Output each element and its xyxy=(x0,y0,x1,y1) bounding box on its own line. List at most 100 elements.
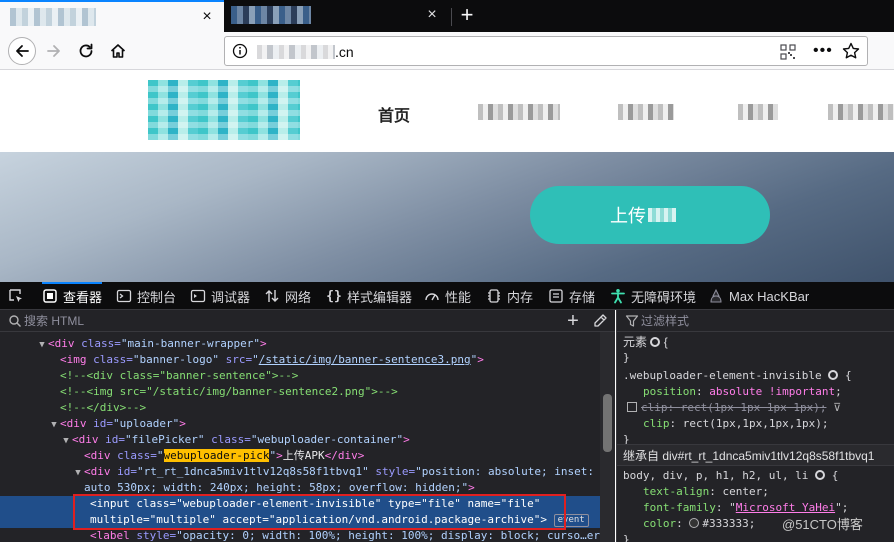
devtools-tab-memory[interactable]: 内存 xyxy=(486,282,533,310)
tab-title-blurred xyxy=(10,8,96,26)
filter-icon[interactable]: ⊽ xyxy=(833,401,841,414)
add-node-button[interactable]: + xyxy=(563,310,583,332)
markup-line-selected[interactable]: multiple="multiple" accept="application/… xyxy=(0,512,600,528)
nav-link-blurred[interactable] xyxy=(828,104,894,120)
nav-home-link[interactable]: 首页 xyxy=(378,102,410,126)
devtools-tab-inspector[interactable]: 查看器 xyxy=(42,282,103,310)
page-actions-menu[interactable]: ••• xyxy=(813,40,832,62)
expand-toggle-icon[interactable]: ▼ xyxy=(48,417,60,433)
markup-line[interactable]: <!--</div>--> xyxy=(0,400,600,416)
styles-filter-input[interactable] xyxy=(641,312,881,330)
devtools-tab-performance[interactable]: 性能 xyxy=(424,282,471,310)
tab-active[interactable]: × xyxy=(0,0,224,32)
devtools-tab-storage[interactable]: 存储 xyxy=(548,282,595,310)
declaration-checkbox[interactable] xyxy=(627,402,637,412)
scrollbar-thumb[interactable] xyxy=(603,394,612,452)
devtools-tab-console[interactable]: 控制台 xyxy=(116,282,176,310)
html-search-input[interactable] xyxy=(24,312,524,330)
eyedropper-icon[interactable] xyxy=(592,313,608,329)
close-icon[interactable]: × xyxy=(423,6,441,24)
css-declaration[interactable]: text-align: center; xyxy=(623,484,894,500)
element-rule-header: 元素 { xyxy=(623,335,668,349)
devtools-tab-debugger[interactable]: 调试器 xyxy=(190,282,250,310)
inherited-section-header[interactable]: 继承自 div#rt_rt_1dnca5miv1tlv12q8s58f1tbvq… xyxy=(617,444,894,466)
devtools-tab-label: 控制台 xyxy=(137,289,177,305)
reload-icon xyxy=(79,43,93,58)
info-icon[interactable] xyxy=(232,43,248,59)
event-badge[interactable]: event xyxy=(553,514,589,527)
url-host-blurred xyxy=(257,45,335,59)
bookmark-star-icon[interactable] xyxy=(841,41,861,61)
upload-apk-button[interactable]: 上传 xyxy=(530,186,770,244)
watermark: @51CTO博客 xyxy=(782,517,863,532)
markup-line[interactable]: ▼ <div class="main-banner-wrapper"> xyxy=(0,336,600,352)
gear-icon[interactable] xyxy=(650,337,661,347)
site-logo[interactable] xyxy=(148,80,300,140)
performance-icon xyxy=(424,288,440,304)
home-button[interactable] xyxy=(104,37,132,65)
network-icon xyxy=(264,288,280,304)
arrow-left-icon xyxy=(16,45,29,57)
markup-scrollbar[interactable] xyxy=(600,332,615,542)
nav-link-blurred[interactable] xyxy=(738,104,778,120)
rule-selector[interactable]: body, div, p, h1, h2, ul, li { xyxy=(623,468,894,484)
accessibility-icon xyxy=(610,288,626,304)
devtools-tab-label: 内存 xyxy=(507,289,534,305)
styles-filter-bar xyxy=(617,310,894,332)
markup-line[interactable]: <!--<div class="banner-sentence">--> xyxy=(0,368,600,384)
qr-code-icon[interactable] xyxy=(780,44,796,60)
forward-button[interactable] xyxy=(40,37,68,65)
new-tab-button[interactable]: + xyxy=(454,3,480,29)
tab-inactive[interactable]: × xyxy=(225,0,449,32)
tab-title-blurred xyxy=(231,6,311,24)
markup-line-selected[interactable]: <input class="webuploader-element-invisi… xyxy=(0,496,600,512)
expand-toggle-icon[interactable]: ▼ xyxy=(36,337,48,353)
html-search-bar: + xyxy=(0,310,615,332)
element-picker-button[interactable] xyxy=(8,282,29,310)
markup-line[interactable]: <!--<img src="/static/img/banner-sentenc… xyxy=(0,384,600,400)
markup-line[interactable]: ▼ <div id="rt_rt_1dnca5miv1tlv12q8s58f1tb… xyxy=(0,464,600,480)
markup-tree: ▼ <div class="main-banner-wrapper"> <img … xyxy=(0,332,600,542)
style-editor-icon: {} xyxy=(326,288,342,304)
back-button[interactable] xyxy=(8,37,36,65)
devtools-tab-label: 网络 xyxy=(285,289,312,305)
navigation-toolbar: .cn ••• xyxy=(0,32,894,70)
devtools-tab-hackbar[interactable]: Max HacKBar xyxy=(708,282,809,310)
devtools-tab-label: 性能 xyxy=(445,289,472,305)
resource-link[interactable]: /static/img/banner-sentence3.png xyxy=(259,353,471,366)
console-icon xyxy=(116,288,132,304)
markup-line[interactable]: <label style="opacity: 0; width: 100%; h… xyxy=(0,528,600,542)
css-declaration[interactable]: clip: rect(1px,1px,1px,1px); xyxy=(623,416,894,432)
markup-line[interactable]: <div class="webuploader-pick">上传APK</div… xyxy=(0,448,600,464)
rule-close: } xyxy=(623,533,630,542)
search-highlight: webuploader-pick xyxy=(163,449,270,462)
close-icon[interactable]: × xyxy=(198,8,216,26)
gear-icon[interactable] xyxy=(828,370,839,380)
markup-line[interactable]: <img class="banner-logo" src="/static/im… xyxy=(0,352,600,368)
gear-icon[interactable] xyxy=(815,470,826,480)
nav-link-blurred[interactable] xyxy=(478,104,560,120)
devtools-tab-style-editor[interactable]: {} 样式编辑器 xyxy=(326,282,412,310)
css-declaration-overridden[interactable]: clip: rect(1px 1px 1px 1px); ⊽ xyxy=(623,400,894,416)
expand-toggle-icon[interactable]: ▼ xyxy=(72,465,84,481)
memory-icon xyxy=(486,288,502,304)
devtools-tab-network[interactable]: 网络 xyxy=(264,282,311,310)
color-swatch[interactable] xyxy=(689,518,700,528)
upload-label-blurred xyxy=(648,208,676,222)
url-text: .cn xyxy=(257,44,354,60)
search-icon xyxy=(9,315,21,327)
url-bar[interactable]: .cn ••• xyxy=(224,36,868,66)
home-icon xyxy=(110,44,126,58)
markup-line[interactable]: ▼ <div id="uploader"> xyxy=(0,416,600,432)
markup-line[interactable]: ▼ <div id="filePicker" class="webuploader… xyxy=(0,432,600,448)
expand-toggle-icon[interactable]: ▼ xyxy=(60,433,72,449)
devtools-tab-label: 查看器 xyxy=(63,289,103,305)
devtools-tab-accessibility[interactable]: 无障碍环境 xyxy=(610,282,696,310)
rules-panel: 元素 { } .webuploader-element-invisible { … xyxy=(616,310,894,542)
nav-link-blurred[interactable] xyxy=(618,104,674,120)
markup-line-continued[interactable]: auto 530px; width: 240px; height: 58px; … xyxy=(0,480,600,496)
devtools-toolbar: 查看器 控制台 调试器 网络 {} 样式编辑器 性能 内存 存储 无障碍环境 M… xyxy=(0,282,894,310)
reload-button[interactable] xyxy=(72,37,100,65)
css-declaration[interactable]: position: absolute !important; xyxy=(623,384,894,400)
rule-selector[interactable]: .webuploader-element-invisible { xyxy=(623,368,894,384)
